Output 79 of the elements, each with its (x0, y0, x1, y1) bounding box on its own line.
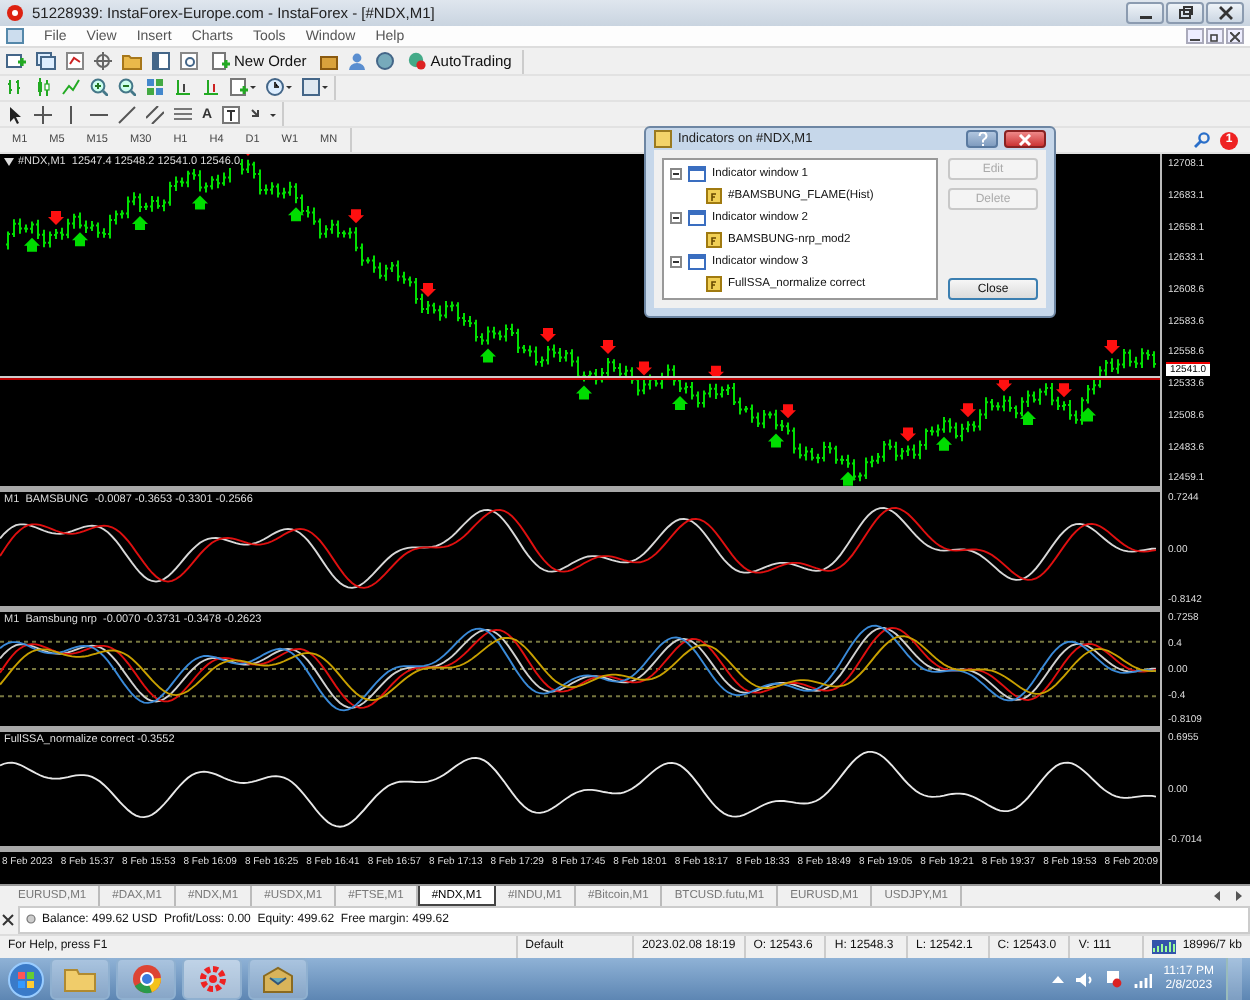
up-arrow-icon (840, 472, 856, 487)
cursor-icon[interactable] (6, 105, 24, 124)
bar-chart-icon[interactable] (6, 78, 24, 97)
window-stack-icon[interactable] (36, 52, 56, 71)
collapse-icon[interactable] (670, 256, 682, 269)
connection-bars-icon (1152, 939, 1177, 954)
up-arrow-icon (1080, 408, 1096, 423)
up-arrow-icon (288, 207, 304, 222)
dropdown-triangle-icon[interactable] (4, 158, 14, 167)
template-icon[interactable] (302, 78, 328, 97)
restore-icon (1210, 31, 1220, 42)
caret-icon[interactable] (1051, 974, 1064, 985)
text-label-icon[interactable] (222, 105, 241, 124)
close-icon (1018, 133, 1032, 146)
chart-window-icon (6, 28, 24, 45)
close-icon[interactable] (2, 913, 14, 926)
panel-icon[interactable] (152, 52, 170, 71)
tile-windows-icon[interactable] (146, 78, 164, 97)
indicator-icon (706, 276, 722, 293)
help-icon (977, 132, 987, 147)
minimize-button[interactable] (1126, 2, 1164, 25)
close-icon (1230, 31, 1240, 42)
scroll-arrows-icon[interactable] (1214, 890, 1242, 903)
channel-icon[interactable] (146, 105, 164, 124)
collapse-icon[interactable] (670, 168, 682, 181)
chart-window-icon (688, 210, 706, 227)
close-button[interactable] (1206, 2, 1244, 25)
help-button[interactable] (966, 130, 998, 149)
browser-icon[interactable] (131, 964, 161, 995)
up-arrow-icon (24, 238, 40, 253)
chart-window-icon (688, 254, 706, 271)
signal-bars-icon[interactable] (1133, 971, 1152, 988)
crosshair-icon[interactable] (34, 105, 52, 124)
up-arrow-icon (768, 434, 784, 449)
up-arrow-icon (1020, 411, 1036, 426)
chart-window-icon (688, 166, 706, 183)
briefcase-icon[interactable] (320, 52, 339, 71)
collapse-icon[interactable] (670, 212, 682, 225)
gear-icon[interactable] (197, 964, 227, 995)
trendline-icon[interactable] (118, 105, 136, 124)
indicator-icon (706, 232, 722, 249)
crosshair-icon[interactable] (94, 52, 112, 71)
status-circle-icon (408, 52, 427, 71)
indicators-icon[interactable] (230, 78, 256, 97)
person-icon[interactable] (348, 52, 367, 71)
up-arrow-icon (672, 396, 688, 411)
circle-icon (26, 914, 36, 925)
clock-icon[interactable] (266, 78, 292, 97)
market-watch-icon[interactable] (66, 52, 84, 71)
restore-icon (1177, 6, 1193, 21)
close-button[interactable] (1226, 28, 1244, 45)
autoscroll-icon[interactable] (202, 78, 220, 97)
line-chart-icon[interactable] (62, 78, 80, 97)
envelope-icon[interactable] (262, 965, 294, 994)
close-button[interactable] (1004, 130, 1046, 149)
up-arrow-icon (576, 386, 592, 401)
zoom-out-icon[interactable] (118, 78, 136, 97)
search-icon[interactable] (1194, 132, 1210, 149)
indicator-window-icon (654, 130, 672, 149)
restore-button[interactable] (1206, 28, 1224, 45)
close-icon (1217, 6, 1233, 21)
new-chart-icon[interactable] (6, 52, 26, 71)
indicator-icon (706, 188, 722, 205)
up-arrow-icon (72, 233, 88, 248)
fibonacci-icon[interactable] (174, 105, 192, 124)
speaker-icon[interactable] (1075, 971, 1094, 988)
restore-button[interactable] (1166, 2, 1204, 25)
candlestick-icon[interactable] (34, 78, 52, 97)
minimize-button[interactable] (1186, 28, 1204, 45)
chart-shift-icon[interactable] (174, 78, 192, 97)
flag-icon[interactable] (1105, 970, 1122, 989)
zoom-in-icon[interactable] (90, 78, 108, 97)
up-arrow-icon (192, 196, 208, 211)
up-arrow-icon (936, 437, 952, 452)
start-orb-icon[interactable] (8, 961, 44, 998)
up-arrow-icon (132, 216, 148, 231)
chart-zoom-icon[interactable] (180, 52, 198, 71)
up-arrow-icon (480, 349, 496, 364)
new-document-icon (212, 52, 230, 71)
